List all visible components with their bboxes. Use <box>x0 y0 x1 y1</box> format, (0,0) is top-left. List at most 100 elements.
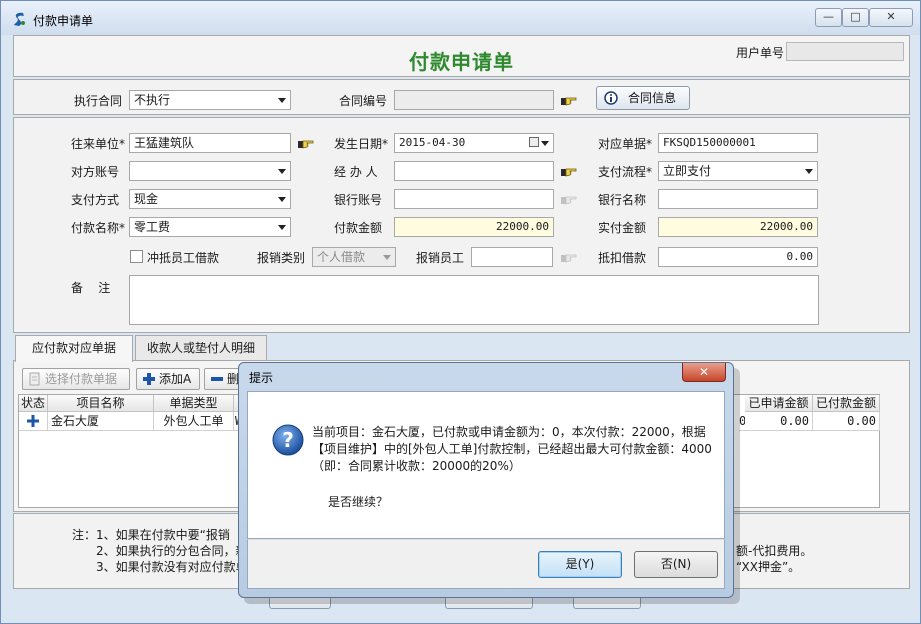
close-window-button[interactable]: ✕ <box>869 8 913 27</box>
col-project[interactable]: 项目名称 <box>48 395 154 412</box>
no-button[interactable]: 否(N) <box>634 551 718 578</box>
maximize-button[interactable]: □ <box>842 8 869 27</box>
window-title: 付款申请单 <box>33 14 94 28</box>
contract-info-button[interactable]: 合同信息 <box>596 86 690 110</box>
date-label: 发生日期* <box>334 137 389 151</box>
main-fields-panel: 往来单位* 王猛建筑队 发生日期* 2015-04-30 对应单据* FKSQD… <box>13 117 910 333</box>
partner-input[interactable]: 王猛建筑队 <box>129 133 291 153</box>
payname-label: 付款名称* <box>71 221 126 235</box>
flow-label: 支付流程* <box>598 165 653 179</box>
tab-payable-bills[interactable]: 应付款对应单据 <box>15 335 133 362</box>
dialog-question: 是否继续？ <box>328 495 389 509</box>
col-applied[interactable]: 已申请金额 <box>745 395 813 412</box>
handler-label: 经 办 人 <box>334 165 378 179</box>
row-project-cell[interactable]: 金石大厦 <box>48 412 154 431</box>
contract-no-input[interactable] <box>394 90 554 110</box>
col-bill-type[interactable]: 单据类型 <box>154 395 234 412</box>
pointing-hand-icon[interactable] <box>560 94 578 108</box>
contract-no-label: 合同编号 <box>339 94 388 108</box>
note-line-2-tail: 额-代扣费用。 <box>736 544 813 558</box>
chevron-down-icon <box>278 225 286 230</box>
bankacct-input[interactable] <box>394 189 554 209</box>
bill-label: 对应单据* <box>598 137 653 151</box>
chevron-down-icon <box>278 169 286 174</box>
actual-label: 实付金额 <box>598 221 647 235</box>
pointing-hand-icon[interactable] <box>560 193 578 207</box>
dialog-title: 提示 <box>249 371 274 385</box>
add-label: 添加A <box>159 372 192 386</box>
note-line-1: 注：1、如果在付款中要“报销 <box>72 528 230 542</box>
minimize-button[interactable]: — <box>815 8 842 27</box>
tab-payee-details[interactable]: 收款人或垫付人明细 <box>135 335 267 361</box>
select-bill-label: 选择付款单据 <box>45 372 118 386</box>
reimb-emp-label: 报销员工 <box>416 251 465 265</box>
note-line-3-tail: “XX押金”。 <box>736 560 801 574</box>
chevron-down-icon <box>278 197 286 202</box>
exec-contract-label: 执行合同 <box>74 94 123 108</box>
chevron-down-icon <box>383 255 391 260</box>
deduct-input[interactable]: 0.00 <box>658 247 818 267</box>
contract-info-label: 合同信息 <box>627 91 676 105</box>
note-line-3: 3、如果付款没有对应付款单 <box>96 560 248 574</box>
offset-loan-checkbox[interactable] <box>130 250 143 263</box>
reimb-type-select[interactable]: 个人借款 <box>312 247 396 267</box>
bill-input[interactable]: FKSQD150000001 <box>658 133 818 153</box>
remark-label: 备 注 <box>71 281 111 295</box>
prompt-dialog: 提示 ✕ ? 当前项目：金石大厦，已付款或申请金额为：0，本次付款：22000，… <box>238 362 734 598</box>
plus-icon <box>143 373 155 385</box>
title-bar: 付款申请单 — □ ✕ <box>1 1 920 35</box>
pointing-hand-icon[interactable] <box>560 251 578 265</box>
amount-input[interactable]: 22000.00 <box>394 217 554 237</box>
svg-text:?: ? <box>282 428 294 452</box>
payname-value: 零工费 <box>134 220 171 234</box>
reimb-type-value: 个人借款 <box>317 250 366 264</box>
yes-button[interactable]: 是(Y) <box>538 551 622 578</box>
row-paid-cell[interactable]: 0.00 <box>813 412 880 431</box>
acct-select[interactable] <box>129 161 291 181</box>
chevron-down-icon <box>805 169 813 174</box>
row-status-cell[interactable] <box>19 412 48 431</box>
bankname-input[interactable] <box>658 189 818 209</box>
add-button[interactable]: 添加A <box>136 368 200 390</box>
exec-contract-select[interactable]: 不执行 <box>129 90 291 110</box>
detail-tabs: 应付款对应单据 收款人或垫付人明细 <box>13 335 910 362</box>
col-paid[interactable]: 已付款金额 <box>813 395 880 412</box>
select-bill-button[interactable]: 选择付款单据 <box>22 368 130 390</box>
remark-textarea[interactable] <box>129 275 819 325</box>
paymethod-label: 支付方式 <box>71 193 120 207</box>
app-logo-icon <box>14 12 25 26</box>
row-applied-cell[interactable]: 0.00 <box>745 412 813 431</box>
amount-label: 付款金额 <box>334 221 383 235</box>
bankname-label: 银行名称 <box>598 193 647 207</box>
document-icon <box>29 372 40 386</box>
payname-select[interactable]: 零工费 <box>129 217 291 237</box>
handler-input[interactable] <box>394 161 554 181</box>
reimb-type-label: 报销类别 <box>257 251 306 265</box>
deduct-label: 抵扣借款 <box>598 251 647 265</box>
offset-loan-label: 冲抵员工借款 <box>147 251 220 265</box>
flow-value: 立即支付 <box>663 164 712 178</box>
dialog-content: ? 当前项目：金石大厦，已付款或申请金额为：0，本次付款：22000，根据【项目… <box>247 391 725 539</box>
info-icon <box>604 91 618 105</box>
acct-label: 对方账号 <box>71 165 120 179</box>
paymethod-select[interactable]: 现金 <box>129 189 291 209</box>
chevron-down-icon <box>278 98 286 103</box>
paymethod-value: 现金 <box>134 192 159 206</box>
reimb-emp-input[interactable] <box>471 247 553 267</box>
pointing-hand-icon[interactable] <box>560 165 578 179</box>
actual-input[interactable]: 22000.00 <box>658 217 818 237</box>
calendar-icon[interactable] <box>529 137 539 147</box>
date-value: 2015-04-30 <box>399 136 466 149</box>
col-status[interactable]: 状态 <box>19 395 48 412</box>
plus-icon <box>27 415 39 427</box>
contract-panel: 执行合同 不执行 合同编号 合同信息 <box>13 79 910 115</box>
row-type-cell[interactable]: 外包人工单 <box>154 412 234 431</box>
pointing-hand-icon[interactable] <box>297 137 315 151</box>
date-input[interactable]: 2015-04-30 <box>394 133 554 153</box>
user-no-input[interactable] <box>786 42 904 61</box>
question-icon: ? <box>272 424 304 456</box>
form-header: 付款申请单 用户单号 <box>13 35 910 77</box>
exec-contract-value: 不执行 <box>134 93 171 107</box>
flow-select[interactable]: 立即支付 <box>658 161 818 181</box>
dialog-close-button[interactable]: ✕ <box>682 363 726 382</box>
